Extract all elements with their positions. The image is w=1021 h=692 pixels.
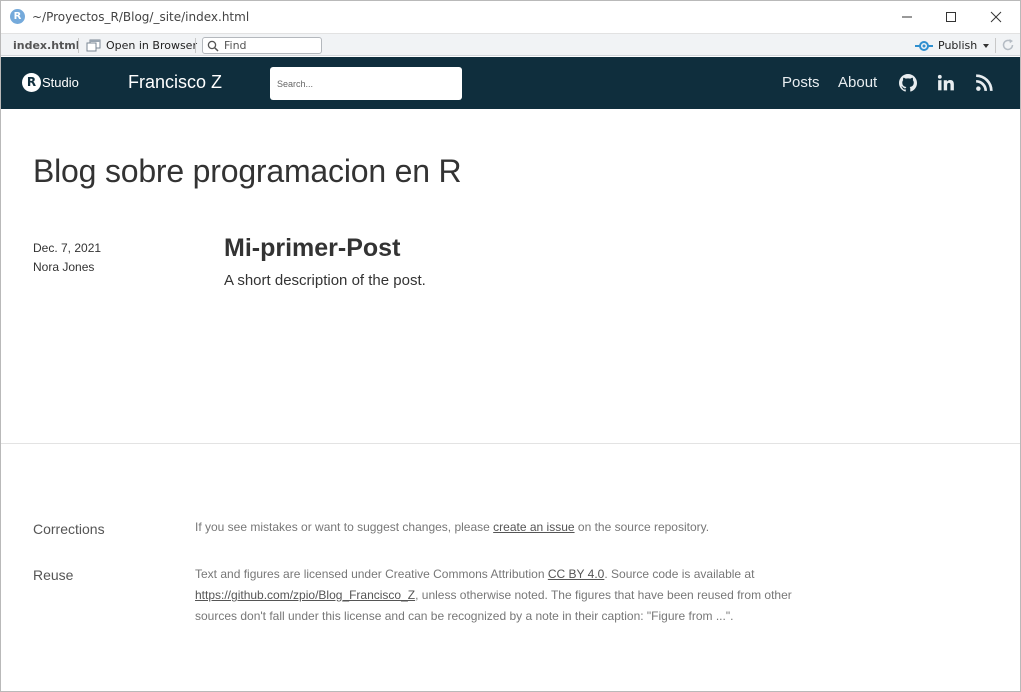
nav-link-about[interactable]: About [838, 74, 877, 91]
open-in-browser-button[interactable]: Open in Browser [86, 37, 197, 54]
minimize-button[interactable] [889, 5, 925, 29]
window-title-path: ~/Proyectos_R/Blog/_site/index.html [32, 10, 250, 24]
reuse-text-mid: . Source code is available at [604, 567, 755, 581]
rstudio-logo-r: R [22, 73, 41, 92]
post-description: A short description of the post. [224, 272, 426, 289]
rstudio-logo[interactable]: R Studio [22, 73, 79, 92]
rstudio-viewer-window: R ~/Proyectos_R/Blog/_site/index.html in… [0, 0, 1021, 692]
appendix-divider [1, 443, 1020, 444]
close-button[interactable] [978, 5, 1014, 29]
post-author: Nora Jones [33, 260, 95, 274]
toolbar-separator [995, 38, 996, 53]
nav-link-posts[interactable]: Posts [782, 74, 820, 91]
search-icon [207, 40, 219, 52]
corrections-text-before: If you see mistakes or want to suggest c… [195, 520, 494, 534]
corrections-heading: Corrections [33, 521, 105, 537]
find-input[interactable] [224, 39, 314, 52]
maximize-button[interactable] [933, 5, 969, 29]
create-issue-link[interactable]: create an issue [493, 520, 574, 534]
maximize-icon [946, 12, 956, 22]
minimize-icon [902, 16, 912, 18]
reuse-text-before: Text and figures are licensed under Crea… [195, 567, 548, 581]
toolbar-separator [78, 38, 79, 53]
viewer-toolbar: index.html Open in Browser Find Publish [1, 33, 1020, 56]
rstudio-logo-text: Studio [42, 75, 79, 90]
site-search-input[interactable] [270, 67, 462, 100]
corrections-text-after: on the source repository. [574, 520, 710, 534]
open-in-browser-label: Open in Browser [106, 39, 197, 52]
publish-button[interactable]: Publish [915, 37, 990, 54]
publish-label: Publish [938, 39, 978, 52]
page-title: Blog sobre programacion en R [33, 153, 462, 189]
find-box[interactable] [202, 37, 322, 54]
site-navbar: R Studio Francisco Z Posts About [1, 57, 1020, 109]
chevron-down-icon [983, 43, 990, 48]
site-title-link[interactable]: Francisco Z [128, 72, 222, 93]
reuse-text: Text and figures are licensed under Crea… [195, 564, 815, 627]
post-date: Dec. 7, 2021 [33, 241, 102, 255]
close-icon [990, 11, 1002, 23]
post-title-link[interactable]: Mi-primer-Post [224, 234, 400, 263]
title-bar: R ~/Proyectos_R/Blog/_site/index.html [1, 1, 1020, 33]
publish-icon [915, 40, 933, 51]
refresh-icon[interactable] [1001, 38, 1015, 52]
linkedin-icon[interactable] [937, 74, 955, 92]
file-tab-label[interactable]: index.html [13, 39, 80, 52]
toolbar-separator [195, 38, 196, 53]
source-repo-link[interactable]: https://github.com/zpio/Blog_Francisco_Z [195, 588, 415, 602]
open-browser-icon [86, 39, 101, 52]
github-icon[interactable] [899, 74, 917, 92]
cc-by-license-link[interactable]: CC BY 4.0 [548, 567, 604, 581]
r-app-icon: R [10, 9, 25, 24]
corrections-text: If you see mistakes or want to suggest c… [195, 517, 815, 538]
rss-icon[interactable] [975, 74, 993, 92]
reuse-heading: Reuse [33, 567, 74, 583]
